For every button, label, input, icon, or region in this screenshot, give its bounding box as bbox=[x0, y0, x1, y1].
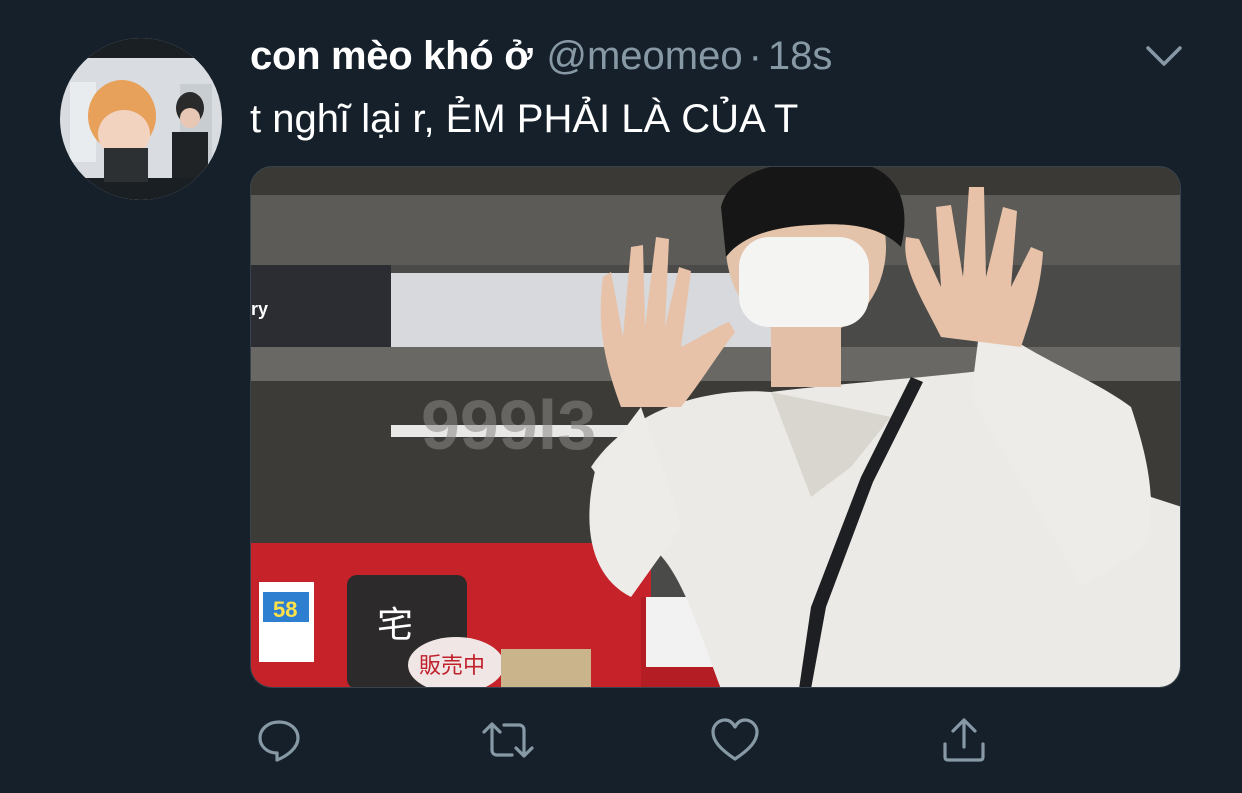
tweet-header: con mèo khó ở @meomeo · 18s bbox=[250, 34, 832, 90]
avatar-image bbox=[60, 38, 222, 200]
heart-icon bbox=[710, 717, 760, 763]
more-options-chevron-down-icon[interactable] bbox=[1142, 40, 1186, 74]
avatar[interactable] bbox=[60, 38, 222, 200]
reply-button[interactable] bbox=[251, 712, 307, 768]
sign-text: ry bbox=[251, 299, 268, 319]
tweet-text: t nghĩ lại r, ẺM PHẢI LÀ CỦA T bbox=[250, 97, 799, 141]
display-name[interactable]: con mèo khó ở bbox=[250, 34, 533, 79]
timestamp[interactable]: 18s bbox=[768, 34, 833, 79]
kanji-sign: 宅 bbox=[377, 605, 413, 646]
tweet-card: con mèo khó ở @meomeo · 18s t nghĩ lại r… bbox=[0, 0, 1242, 793]
user-handle[interactable]: @meomeo bbox=[546, 34, 742, 79]
action-bar bbox=[0, 712, 1242, 772]
photo-image: ry 999l3 58 宅 販売中 bbox=[251, 167, 1180, 687]
separator-dot: · bbox=[748, 34, 762, 78]
retweet-icon bbox=[480, 716, 536, 764]
share-button[interactable] bbox=[936, 712, 992, 768]
price-tag: 58 bbox=[273, 597, 297, 622]
reply-icon bbox=[255, 716, 303, 764]
sale-sign: 販売中 bbox=[419, 654, 485, 679]
watermark-text: 999l3 bbox=[421, 386, 596, 464]
like-button[interactable] bbox=[707, 712, 763, 768]
share-icon bbox=[940, 716, 988, 764]
tweet-photo[interactable]: ry 999l3 58 宅 販売中 bbox=[250, 166, 1181, 688]
retweet-button[interactable] bbox=[480, 712, 536, 768]
